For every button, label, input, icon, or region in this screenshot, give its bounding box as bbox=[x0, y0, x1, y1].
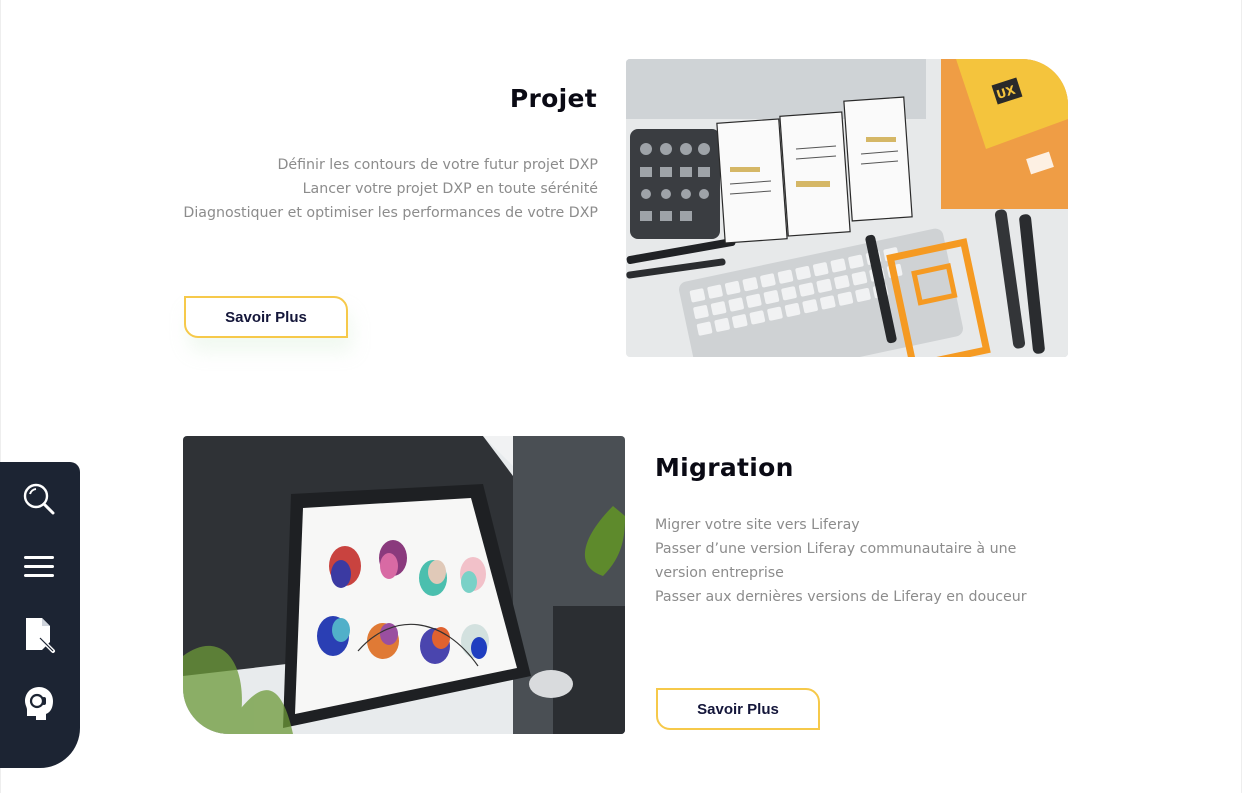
migration-savoir-plus-button[interactable]: Savoir Plus bbox=[656, 688, 820, 730]
section-title-projet: Projet bbox=[509, 84, 597, 113]
list-item: Diagnostiquer et optimiser les performan… bbox=[183, 205, 598, 221]
search-icon[interactable] bbox=[16, 476, 62, 522]
list-item: Passer aux dernières versions de Liferay… bbox=[655, 589, 1027, 605]
migration-image bbox=[183, 436, 625, 734]
support-headset-icon[interactable] bbox=[16, 680, 62, 726]
tablet-painting-illustration bbox=[183, 436, 625, 734]
list-item: Définir les contours de votre futur proj… bbox=[277, 157, 598, 173]
floating-sidebar bbox=[0, 462, 80, 768]
document-edit-icon-graphic bbox=[26, 618, 55, 653]
projet-savoir-plus-button[interactable]: Savoir Plus bbox=[184, 296, 348, 338]
menu-icon[interactable] bbox=[16, 544, 62, 590]
ux-workspace-illustration: UX bbox=[626, 59, 1068, 357]
projet-image: UX bbox=[626, 59, 1068, 357]
projet-feature-list: Définir les contours de votre futur proj… bbox=[178, 153, 598, 225]
migration-feature-list: Migrer votre site vers Liferay Passer d’… bbox=[655, 513, 1060, 609]
hamburger-icon-graphic bbox=[24, 556, 54, 577]
list-item: Passer d’une version Liferay communautai… bbox=[655, 541, 1017, 581]
section-title-migration: Migration bbox=[655, 453, 794, 482]
search-icon-graphic bbox=[23, 483, 55, 515]
list-item: Lancer votre projet DXP en toute sérénit… bbox=[302, 181, 598, 197]
support-headset-icon-graphic bbox=[25, 687, 53, 720]
document-edit-icon[interactable] bbox=[16, 612, 62, 658]
list-item: Migrer votre site vers Liferay bbox=[655, 517, 860, 533]
